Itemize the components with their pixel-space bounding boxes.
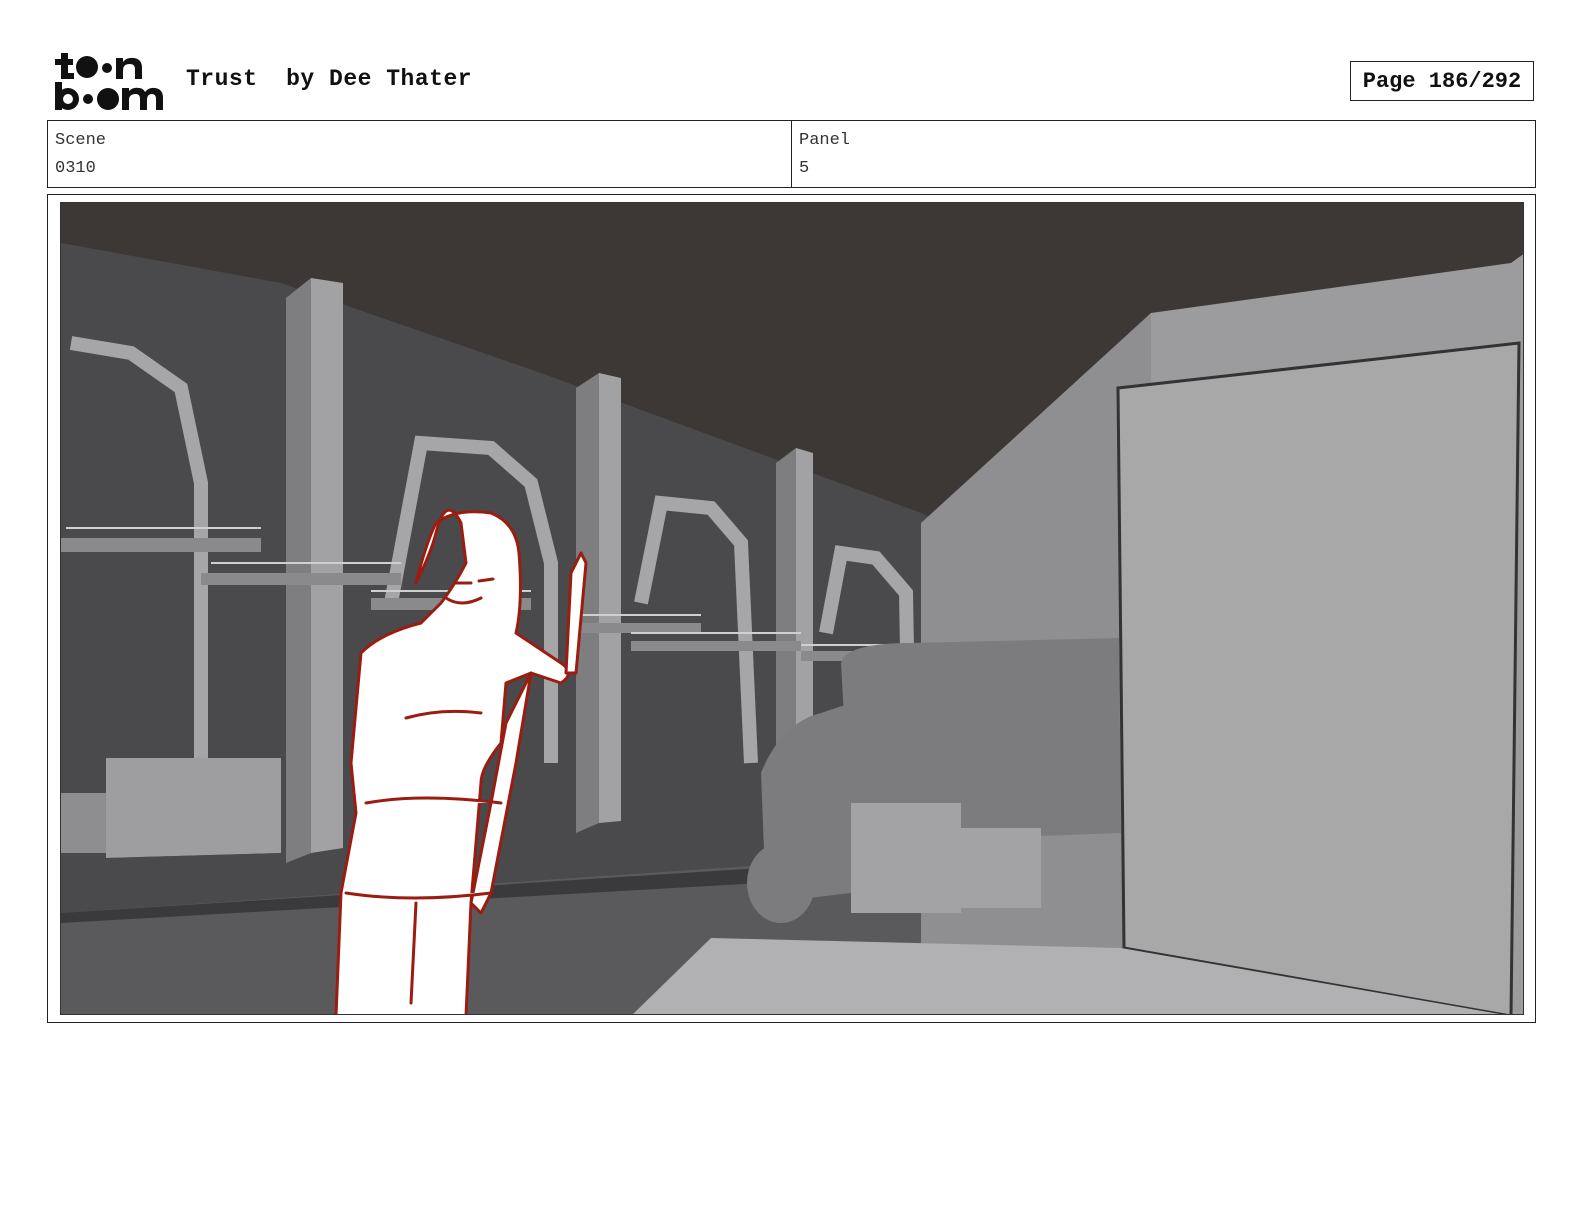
panel-value: 5	[799, 159, 810, 178]
toonboom-logo	[52, 50, 164, 112]
scene-panel-table: Scene 0310 Panel 5	[47, 120, 1536, 188]
document-title: Trust by Dee Thater	[186, 66, 472, 92]
scene-value: 0310	[55, 159, 96, 178]
author-credit: by Dee Thater	[286, 66, 473, 92]
storyboard-panel-image	[60, 202, 1524, 1015]
page-number-box: Page 186/292	[1350, 61, 1534, 101]
storyboard-panel-frame	[47, 194, 1536, 1023]
page-number: Page 186/292	[1362, 68, 1522, 94]
scene-cell: Scene 0310	[48, 121, 791, 187]
project-title: Trust	[186, 66, 258, 92]
panel-label: Panel	[799, 131, 851, 150]
panel-cell: Panel 5	[791, 121, 1535, 187]
scene-label: Scene	[55, 131, 107, 150]
